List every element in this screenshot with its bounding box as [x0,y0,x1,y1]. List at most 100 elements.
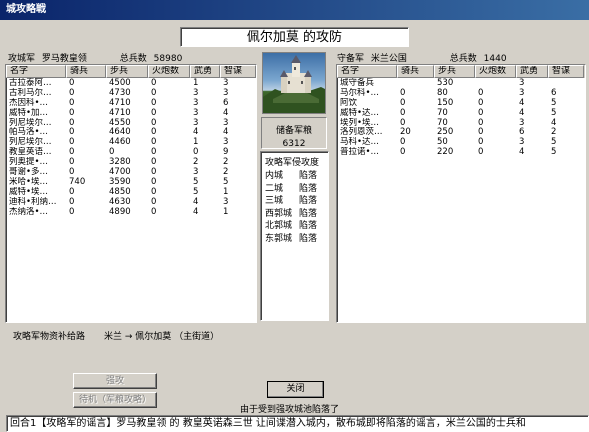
table-row[interactable]: 阿饮 0 150 0 4 5 [337,98,585,108]
col-wisdom[interactable]: 智谋 [220,65,256,78]
table-cell: 4850 [109,186,131,197]
city-status: 陷落 [299,233,318,244]
table-cell: 0 [69,196,75,207]
table-cell: 马尔科•… [340,87,380,98]
table-row[interactable]: 杰纳洛•… 0 4890 0 4 1 [6,207,256,217]
table-row[interactable]: 马尔科•… 0 80 0 3 6 [337,88,585,98]
col-cannon[interactable]: 火炮数 [475,65,516,78]
city-row: 内城 陷落 [261,170,328,183]
table-cell: 9 [223,147,229,158]
table-cell: 4730 [109,87,131,98]
table-cell: 3 [193,97,199,108]
table-row[interactable]: 列尼埃尔… 0 4550 0 3 3 [6,118,256,128]
table-row[interactable]: 洛列恩茨… 20 250 0 6 2 [337,127,585,138]
table-cell: 4 [551,117,557,128]
table-cell: 4710 [109,107,131,118]
table-cell: 帕马洛•… [9,127,49,138]
table-row[interactable]: 埃列•埃… 0 70 0 3 4 [337,118,585,128]
table-cell: 4 [519,97,525,108]
table-cell: 阿饮 [340,97,358,108]
reserve-provisions: 储备军粮 6312 [261,117,327,149]
table-row[interactable]: 马科•达… 0 50 0 3 5 [337,137,585,147]
table-cell: 6 [223,97,229,108]
table-cell: 0 [151,107,157,118]
table-cell: 威特•达… [340,107,380,118]
table-cell: 3590 [109,176,131,187]
table-cell: 4700 [109,167,131,177]
defender-header: 守备军 米兰公国 总兵数 1440 [337,51,507,64]
table-cell: 4890 [109,206,131,217]
table-row[interactable]: 威特•达… 0 70 0 4 5 [337,108,585,118]
table-cell: 0 [69,167,75,177]
table-cell: 220 [437,147,454,158]
table-cell: 0 [69,117,75,128]
col-cavalry[interactable]: 骑兵 [66,65,106,78]
table-cell: 0 [151,78,157,88]
defender-rows: 城守备兵 530 3 马尔科•… 0 80 0 3 6 阿饮 0 150 0 4 5 威特•达… 0 70 0 4 5 埃… [337,78,585,157]
table-cell: 0 [69,206,75,217]
table-row[interactable]: 帕马洛•… 0 4640 0 4 4 [6,127,256,138]
table-row[interactable]: 哥谢•多… 0 4700 0 3 2 [6,167,256,177]
table-cell: 0 [151,176,157,187]
window-title: 城攻略戦 [0,0,589,20]
table-row[interactable]: 威特•埃… 0 4850 0 5 1 [6,187,256,197]
table-cell: 2 [193,157,199,168]
table-cell: 4 [519,147,525,158]
table-row[interactable]: 古利马尔… 0 4730 0 3 3 [6,88,256,98]
table-cell: 5 [551,137,557,148]
table-cell: 0 [151,196,157,207]
wait-button[interactable]: 待机（军粮攻略） [73,392,157,408]
table-cell: 0 [69,87,75,98]
col-name[interactable]: 名字 [337,65,397,78]
table-cell: 4 [223,107,229,118]
table-cell: 0 [151,87,157,98]
table-cell: 0 [478,107,484,118]
attacker-total-value: 58980 [153,54,183,64]
col-cannon[interactable]: 火炮数 [148,65,190,78]
table-cell: 0 [478,147,484,158]
table-cell: 古利马尔… [9,87,52,98]
table-cell: 0 [69,147,75,158]
attacker-list[interactable]: 名字 骑兵 步兵 火炮数 武勇 智谋 古拉泰阿… 0 4500 0 1 3 古利马尔… 0 47… [5,64,257,323]
table-row[interactable]: 列奥提•… 0 3280 0 2 2 [6,157,256,167]
table-cell: 洛列恩茨… [340,127,383,138]
table-cell: 列尼埃尔… [9,117,52,128]
col-name[interactable]: 名字 [6,65,66,78]
col-infantry[interactable]: 步兵 [434,65,475,78]
col-valor[interactable]: 武勇 [190,65,220,78]
table-row[interactable]: 古拉泰阿… 0 4500 0 1 3 [6,78,256,88]
col-wisdom[interactable]: 智谋 [548,65,584,78]
defender-list[interactable]: 名字 骑兵 步兵 火炮数 武勇 智谋 城守备兵 530 3 马尔科•… 0 80 0 3 6 阿饮… [336,64,586,323]
table-cell: 4460 [109,137,131,148]
reserve-label: 储备军粮 [275,126,312,136]
assault-button[interactable]: 强攻 [73,373,157,389]
defender-total-value: 1440 [483,54,507,64]
table-cell: 0 [151,157,157,168]
table-row[interactable]: 列尼埃尔… 0 4460 0 1 3 [6,137,256,147]
table-cell: 4 [193,127,199,138]
table-cell: 0 [400,87,406,98]
table-row[interactable]: 普拉诺•… 0 220 0 4 5 [337,147,585,157]
table-row[interactable]: 杰因科•… 0 4710 0 3 6 [6,98,256,108]
col-infantry[interactable]: 步兵 [106,65,148,78]
table-cell: 0 [400,137,406,148]
table-cell: 5 [223,176,229,187]
table-row[interactable]: 米哈•埃… 740 3590 0 5 5 [6,177,256,187]
table-row[interactable]: 教皇英语… 0 0 0 0 9 [6,147,256,157]
col-valor[interactable]: 武勇 [516,65,548,78]
table-cell [475,78,516,88]
table-row[interactable]: 城守备兵 530 3 [337,78,585,88]
table-cell: 威特•埃… [9,186,49,197]
col-cavalry[interactable]: 骑兵 [397,65,434,78]
table-cell: 杰纳洛•… [9,206,49,217]
close-button[interactable]: 关闭 [267,381,324,398]
city-status: 陷落 [299,183,318,194]
table-cell: 0 [69,78,75,88]
table-cell: 0 [151,147,157,158]
table-row[interactable]: 迪科•利纳… 0 4630 0 4 3 [6,197,256,207]
table-cell: 3 [193,87,199,98]
table-row[interactable]: 威特•加… 0 4710 0 3 4 [6,108,256,118]
castle-image [262,52,326,114]
table-cell: 0 [151,127,157,138]
city-row: 北郭城 陷落 [261,220,328,233]
